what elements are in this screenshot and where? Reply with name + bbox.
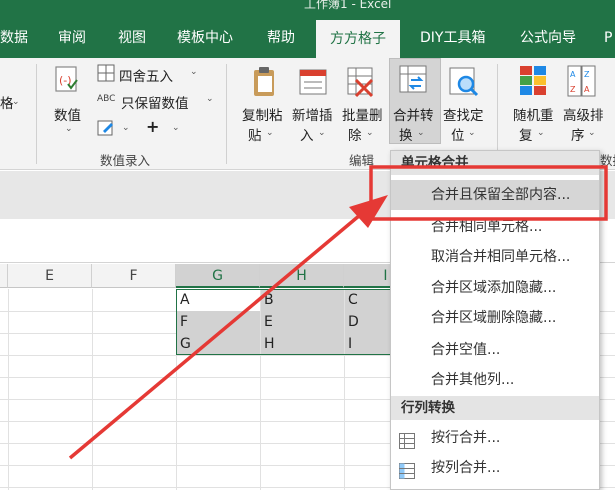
menu-item-merge-keep-all[interactable]: 合并且保留全部内容... [391,180,599,210]
copy-paste-button[interactable]: 复制粘 [242,104,283,124]
tab-view[interactable]: 视图 [118,18,146,58]
chevron-down-icon: ⌄ [318,128,326,138]
tab-help[interactable]: 帮助 [267,18,295,58]
table-rows-icon [399,430,415,449]
random-repeat-button[interactable]: 随机重 [513,104,554,124]
insert-rows-icon [298,66,328,102]
advanced-sort-button[interactable]: 高级排 [563,104,604,124]
menu-item-merge-by-row[interactable]: 按行合并... [391,423,599,453]
chevron-down-icon: ⌄ [12,97,20,107]
batch-delete-button[interactable]: 批量删 [342,104,383,124]
group-separator [226,64,227,164]
column-header-g[interactable]: G [176,264,260,288]
group-label-numeric-entry: 数值录入 [100,153,151,168]
menu-item-unmerge-same[interactable]: 取消合并相同单元格... [391,242,599,272]
batch-delete-icon [346,66,376,102]
chevron-down-icon: ⌄ [366,128,374,138]
chevron-down-icon: ⌄ [65,124,73,134]
ribbon-tab-bar: 数据 审阅 视图 模板中心 帮助 方方格子 DIY工具箱 公式向导 P [0,18,615,58]
chevron-down-icon: ⌄ [206,94,214,104]
keep-values-button[interactable]: 只保留数值 [121,92,189,112]
menu-item-merge-other-columns[interactable]: 合并其他列... [391,365,599,395]
menu-section-cell-merge: 单元格合并 [391,151,599,175]
group-label-data-cut: 数据 [600,153,615,168]
chevron-down-icon: ⌄ [266,128,274,138]
tab-cut-p[interactable]: P [604,18,612,58]
tab-data[interactable]: 数据 [0,18,28,58]
merge-convert-button-line2: 换 [399,128,413,144]
table-cols-icon [399,460,415,479]
menu-item-merge-same[interactable]: 合并相同单元格... [391,212,599,242]
group-separator [497,64,498,164]
excel-window: 工作簿1 - Excel 数据 审阅 视图 模板中心 帮助 方方格子 DIY工具… [0,0,615,490]
edit-sheet-icon[interactable] [97,119,115,141]
chevron-down-icon: ⌄ [588,128,596,138]
column-header-f[interactable]: F [92,264,176,288]
tab-template-center[interactable]: 模板中心 [177,18,233,58]
batch-delete-button-line2: 除 [348,128,362,144]
chevron-down-icon: ⌄ [468,128,476,138]
column-header-h[interactable]: H [260,264,344,288]
random-repeat-button-line2: 复 [519,128,533,144]
selection-range [176,289,396,355]
column-header-cut[interactable] [0,264,8,288]
plus-icon[interactable]: + [146,117,159,136]
merge-convert-button[interactable]: 合并转 [393,104,434,124]
svg-text:Z: Z [584,70,590,79]
window-title: 工作簿1 - Excel [304,0,392,11]
random-repeat-icon [518,64,550,102]
copy-paste-button-line2: 贴 [248,128,262,144]
insert-new-button-line2: 入 [300,128,314,144]
tab-formula-wizard[interactable]: 公式向导 [520,18,576,58]
chevron-down-icon: ⌄ [190,67,198,77]
chevron-down-icon: ⌄ [417,128,425,138]
find-locate-button-line2: 位 [451,128,465,144]
merge-convert-icon [398,64,430,100]
numeric-button[interactable]: 数值 [54,104,81,124]
tab-fangfang-gezi[interactable]: 方方格子 [316,20,400,58]
insert-new-button[interactable]: 新增插 [292,104,333,124]
group-separator [36,64,37,164]
advanced-sort-button-line2: 序 [571,128,585,144]
menu-item-label: 按行合并... [431,430,501,446]
svg-text:Z: Z [570,85,576,94]
tab-diy-toolbox[interactable]: DIY工具箱 [420,18,485,58]
chevron-down-icon: ⌄ [537,128,545,138]
menu-item-merge-remove-hidden[interactable]: 合并区域删除隐藏... [391,303,599,333]
abc-icon: ABC [97,94,116,104]
advanced-sort-icon: A Z Z A [566,64,598,102]
menu-item-label: 按列合并... [431,460,501,476]
clipboard-icon [250,64,280,102]
tab-review[interactable]: 审阅 [58,18,86,58]
round-icon [97,64,115,86]
find-locate-button[interactable]: 查找定 [443,104,484,124]
chevron-down-icon: ⌄ [172,123,180,133]
svg-text:A: A [570,70,576,79]
menu-item-cut [391,483,599,489]
menu-item-merge-empty[interactable]: 合并空值... [391,335,599,365]
round-button[interactable]: 四舍五入 [119,65,173,85]
find-locate-icon [448,66,480,102]
menu-item-merge-by-column[interactable]: 按列合并... [391,453,599,483]
menu-section-row-col-convert: 行列转换 [391,396,599,420]
title-bar: 工作簿1 - Excel [0,0,615,18]
numeric-convert-icon: (-) [52,64,82,98]
svg-text:A: A [584,85,590,94]
group-label-edit: 编辑 [349,153,375,168]
column-header-e[interactable]: E [8,264,92,288]
chevron-down-icon: ⌄ [122,123,130,133]
merge-convert-dropdown: 单元格合并 合并且保留全部内容... 合并相同单元格... 取消合并相同单元格.… [390,150,600,490]
menu-item-merge-add-hidden[interactable]: 合并区域添加隐藏... [391,273,599,303]
